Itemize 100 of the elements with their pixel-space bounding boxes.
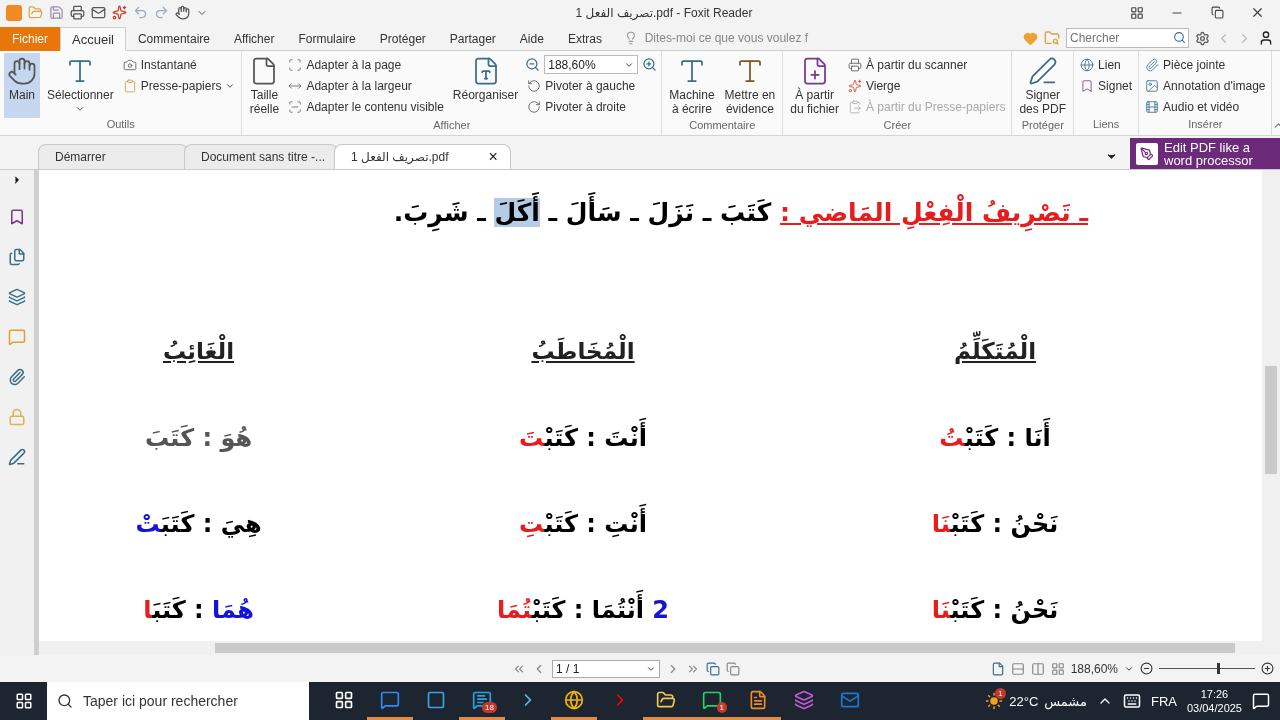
restore-icon[interactable] bbox=[1210, 6, 1224, 19]
column-heading: الْمُتَكَلِّمُ bbox=[949, 330, 1041, 372]
ribbon-button[interactable]: Taille réelle bbox=[246, 53, 283, 119]
ribbon-button[interactable]: Signer des PDF bbox=[1016, 53, 1070, 119]
group-title: Afficher bbox=[432, 119, 472, 133]
group-title: Liens bbox=[1091, 118, 1121, 132]
taskbar-search-field[interactable]: Taper ici pour rechercher bbox=[47, 682, 309, 720]
ribbon-button[interactable]: Pivoter à droite bbox=[525, 97, 658, 116]
ribbon-tab[interactable]: Partager bbox=[437, 27, 508, 51]
zoom-level[interactable]: 188,60% bbox=[1070, 661, 1118, 676]
ribbon-tab[interactable]: Accueil bbox=[60, 27, 126, 51]
ribbon-button[interactable]: À partir du scanner bbox=[846, 55, 1008, 74]
search-field[interactable]: Chercher bbox=[1066, 28, 1189, 48]
browser-icon bbox=[564, 689, 584, 710]
ribbon-tab[interactable]: Extras bbox=[555, 27, 614, 51]
ribbon-tab[interactable]: Protéger bbox=[367, 27, 438, 51]
email-icon[interactable] bbox=[91, 5, 106, 20]
ribbon-button[interactable]: Main bbox=[4, 53, 40, 118]
slider-thumb[interactable] bbox=[1216, 663, 1220, 674]
zoom-out-icon[interactable] bbox=[525, 57, 541, 72]
editor-logo-icon bbox=[1136, 142, 1158, 165]
fit-visible-icon bbox=[288, 99, 303, 114]
zoom-select[interactable]: 188,60% bbox=[544, 55, 639, 74]
window-title: تصريف الفعل 1.pdf - Foxit Reader bbox=[574, 5, 754, 20]
editor-promo-button[interactable]: Edit PDF like a word processor bbox=[1130, 138, 1280, 169]
fit-page-icon bbox=[288, 57, 303, 72]
ribbon-tab[interactable]: Commentaire bbox=[125, 27, 222, 51]
ribbon-button[interactable]: Pivoter à gauche bbox=[525, 76, 658, 95]
next-view-icon[interactable] bbox=[726, 661, 740, 676]
conjugation-line: نَحْنُ : كَتَبْنَا bbox=[930, 594, 1060, 626]
ribbon-button[interactable]: Adapter le contenu visible bbox=[286, 97, 446, 116]
page-field[interactable]: 1 / 1 bbox=[552, 659, 660, 678]
ribbon-button[interactable]: Instantané bbox=[120, 55, 238, 74]
clock[interactable]: 17:26 03/04/2025 bbox=[1186, 687, 1242, 715]
continuous-icon[interactable] bbox=[1010, 661, 1025, 676]
zoom-in-icon[interactable] bbox=[642, 57, 658, 72]
group-title: Outils bbox=[105, 118, 136, 132]
single-page-icon[interactable] bbox=[990, 661, 1005, 676]
conjugation-line: نَحْنُ : كَتَبْنَا bbox=[930, 508, 1060, 540]
conjugation-line: هُوَ : كَتَبَ bbox=[143, 422, 254, 454]
ribbon-tab[interactable]: Afficher bbox=[221, 27, 287, 51]
start-icon[interactable] bbox=[14, 692, 33, 710]
globe-icon bbox=[1080, 57, 1095, 72]
language-indicator[interactable]: FRA bbox=[1150, 693, 1177, 709]
notifications-icon[interactable] bbox=[1252, 692, 1270, 710]
zoom-in-icon[interactable] bbox=[1261, 662, 1274, 675]
hand-icon[interactable] bbox=[175, 5, 190, 20]
ribbon-button[interactable]: Signet bbox=[1078, 76, 1135, 95]
ribbon-button[interactable]: Vierge bbox=[846, 76, 1008, 95]
layers-icon[interactable] bbox=[8, 288, 26, 306]
ribbon-button[interactable]: Pièce jointe bbox=[1143, 55, 1268, 74]
document-tab[interactable]: تصريف الفعل 1.pdf × bbox=[334, 144, 511, 169]
document-heading: ـ تَصْرِيفُ الْفِعْلِ المَاضي : كَتَبَ ـ نَزَلَ ـ سَأَلَ ـ أَكَلَ ـ شَرِبَ. bbox=[389, 192, 1092, 235]
search-icon[interactable] bbox=[1173, 31, 1186, 44]
pen-icon bbox=[1027, 56, 1058, 86]
notification-badge: 18 bbox=[482, 702, 497, 713]
fullscreen-icon[interactable] bbox=[1130, 5, 1144, 20]
zoom-out-icon[interactable] bbox=[1140, 662, 1153, 675]
tell-me-field[interactable]: Dites-moi ce que vous voulez f bbox=[642, 30, 814, 46]
ribbon-button[interactable]: À partir du fichier bbox=[787, 53, 842, 119]
ribbon-button[interactable]: Mettre en évidence bbox=[721, 53, 779, 119]
ribbon-button[interactable]: Réorganiser bbox=[449, 53, 522, 119]
ribbon-tab[interactable]: Formulaire bbox=[286, 27, 368, 51]
print-icon[interactable] bbox=[70, 5, 85, 20]
pages-icon[interactable] bbox=[8, 248, 26, 266]
ribbon-button[interactable]: Lien bbox=[1078, 55, 1135, 74]
ribbon-button[interactable]: Adapter à la page bbox=[286, 55, 446, 74]
ribbon-button[interactable]: Presse-papiers bbox=[120, 76, 238, 95]
previous-view-icon[interactable] bbox=[706, 661, 720, 676]
paperclip-icon[interactable] bbox=[8, 368, 26, 386]
temperature: 22°C bbox=[1009, 693, 1039, 709]
paperclip-icon bbox=[1145, 57, 1160, 72]
close-tab-button[interactable]: × bbox=[488, 149, 498, 165]
ribbon-button[interactable]: Audio et vidéo bbox=[1143, 97, 1268, 116]
column-heading: الْمُخَاطَبُ bbox=[527, 330, 639, 372]
ribbon-button[interactable]: Machine à écrire bbox=[666, 53, 718, 119]
continuous-facing-icon[interactable] bbox=[1050, 661, 1065, 676]
facing-icon[interactable] bbox=[1030, 661, 1045, 676]
taskbar-app-button[interactable]: 1 bbox=[689, 682, 735, 720]
keyboard-icon[interactable] bbox=[1122, 692, 1141, 710]
group-title: Créer bbox=[882, 119, 913, 133]
sun-icon bbox=[985, 692, 1004, 710]
ribbon-button[interactable]: Adapter à la largeur bbox=[286, 76, 446, 95]
bookmark-icon bbox=[1080, 78, 1095, 93]
taskbar-app-button[interactable]: 18 bbox=[459, 682, 505, 720]
ribbon-button[interactable]: Sélectionner bbox=[44, 53, 117, 118]
chat-icon bbox=[702, 689, 722, 710]
document-tab[interactable]: Démarrer bbox=[38, 144, 188, 169]
task-view-icon bbox=[334, 689, 354, 710]
bookmark-icon[interactable] bbox=[8, 208, 26, 226]
notification-badge: 1 bbox=[716, 702, 727, 713]
folder-icon bbox=[656, 689, 676, 710]
ribbon-button[interactable]: Annotation d'image bbox=[1143, 76, 1268, 95]
ribbon-tab[interactable]: Aide bbox=[507, 27, 556, 51]
save-icon[interactable] bbox=[49, 5, 64, 20]
settings-icon[interactable] bbox=[1195, 30, 1210, 46]
weather-condition: مشمس bbox=[1044, 693, 1087, 709]
user-icon[interactable] bbox=[1258, 30, 1274, 46]
conjugation-line: أَنَا : كَتَبْتُ bbox=[935, 416, 1055, 460]
signature-icon[interactable] bbox=[8, 448, 26, 466]
